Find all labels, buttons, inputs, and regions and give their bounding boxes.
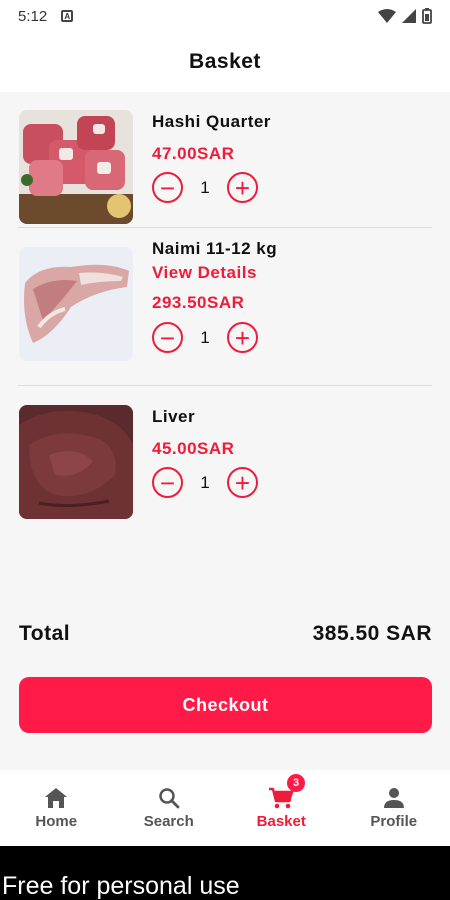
minus-circle-icon[interactable]: − bbox=[152, 322, 183, 353]
search-icon bbox=[159, 787, 180, 808]
product-image[interactable] bbox=[19, 110, 133, 224]
nav-search[interactable]: Search bbox=[113, 770, 226, 846]
notification-icon: A bbox=[61, 10, 74, 22]
meat-chunks-image bbox=[19, 110, 133, 224]
battery-icon bbox=[422, 8, 432, 24]
view-details-link[interactable]: View Details bbox=[152, 263, 277, 283]
watermark-banner: Free for personal use bbox=[0, 846, 450, 900]
quantity-value: 1 bbox=[200, 327, 210, 347]
nav-home[interactable]: Home bbox=[0, 770, 113, 846]
basket-count-badge: 3 bbox=[287, 774, 305, 792]
minus-circle-icon[interactable]: − bbox=[152, 172, 183, 203]
nav-profile[interactable]: Profile bbox=[338, 770, 450, 846]
total-row: Total 385.50 SAR bbox=[19, 622, 432, 646]
total-label: Total bbox=[19, 622, 71, 645]
liver-image bbox=[19, 405, 133, 519]
product-price: 45.00SAR bbox=[152, 439, 235, 458]
person-icon bbox=[383, 787, 404, 808]
quantity-stepper: − 1 + bbox=[152, 467, 258, 498]
home-icon bbox=[45, 787, 68, 808]
product-info: Hashi Quarter 47.00SAR − 1 + bbox=[152, 112, 271, 203]
signal-icon bbox=[402, 9, 416, 23]
total-value: 385.50 SAR bbox=[312, 622, 432, 645]
bottom-nav: Home Search Basket 3 Profile bbox=[0, 770, 450, 846]
plus-circle-icon[interactable]: + bbox=[227, 322, 258, 353]
lamb-leg-image bbox=[19, 247, 133, 361]
product-name: Naimi 11-12 kg bbox=[152, 239, 278, 258]
nav-profile-label: Profile bbox=[370, 812, 418, 830]
plus-circle-icon[interactable]: + bbox=[227, 172, 258, 203]
nav-basket-label: Basket bbox=[256, 812, 306, 830]
quantity-stepper: − 1 + bbox=[152, 322, 277, 353]
product-name: Liver bbox=[152, 407, 196, 426]
item-divider bbox=[18, 385, 432, 386]
plus-circle-icon[interactable]: + bbox=[227, 467, 258, 498]
status-time: 5:12 bbox=[18, 7, 48, 25]
wifi-icon bbox=[378, 9, 396, 23]
status-bar: 5:12 A bbox=[0, 0, 450, 32]
product-info: Liver 45.00SAR − 1 + bbox=[152, 407, 258, 498]
quantity-value: 1 bbox=[200, 472, 210, 492]
product-name: Hashi Quarter bbox=[152, 112, 271, 131]
item-divider bbox=[18, 227, 432, 228]
quantity-value: 1 bbox=[200, 177, 210, 197]
nav-basket[interactable]: Basket 3 bbox=[225, 770, 338, 846]
nav-search-label: Search bbox=[143, 812, 194, 830]
checkout-button[interactable]: Checkout bbox=[19, 677, 432, 733]
minus-circle-icon[interactable]: − bbox=[152, 467, 183, 498]
app-header: Basket bbox=[0, 32, 450, 92]
product-price: 293.50SAR bbox=[152, 293, 245, 312]
page-title: Basket bbox=[189, 50, 261, 73]
product-price: 47.00SAR bbox=[152, 144, 235, 163]
nav-home-label: Home bbox=[35, 812, 78, 830]
status-icons bbox=[378, 8, 432, 24]
quantity-stepper: − 1 + bbox=[152, 172, 271, 203]
product-image[interactable] bbox=[19, 247, 133, 361]
product-image[interactable] bbox=[19, 405, 133, 519]
product-info: Naimi 11-12 kg View Details 293.50SAR − … bbox=[152, 239, 277, 353]
